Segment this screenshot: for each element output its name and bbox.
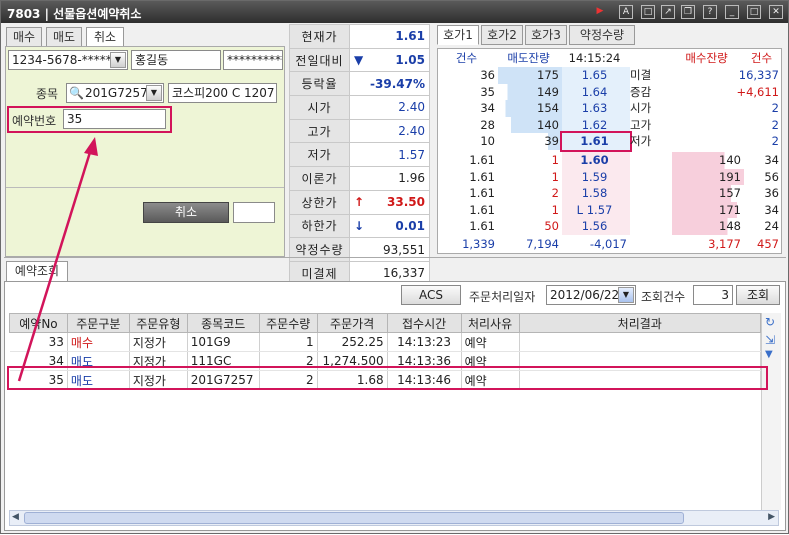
- annotation-arrow: [17, 137, 98, 382]
- window: 7803 | 선물옵션예약취소 ▶ A □ ↗ ❐ ? _ □ ✕ 매수 매도 …: [0, 0, 789, 534]
